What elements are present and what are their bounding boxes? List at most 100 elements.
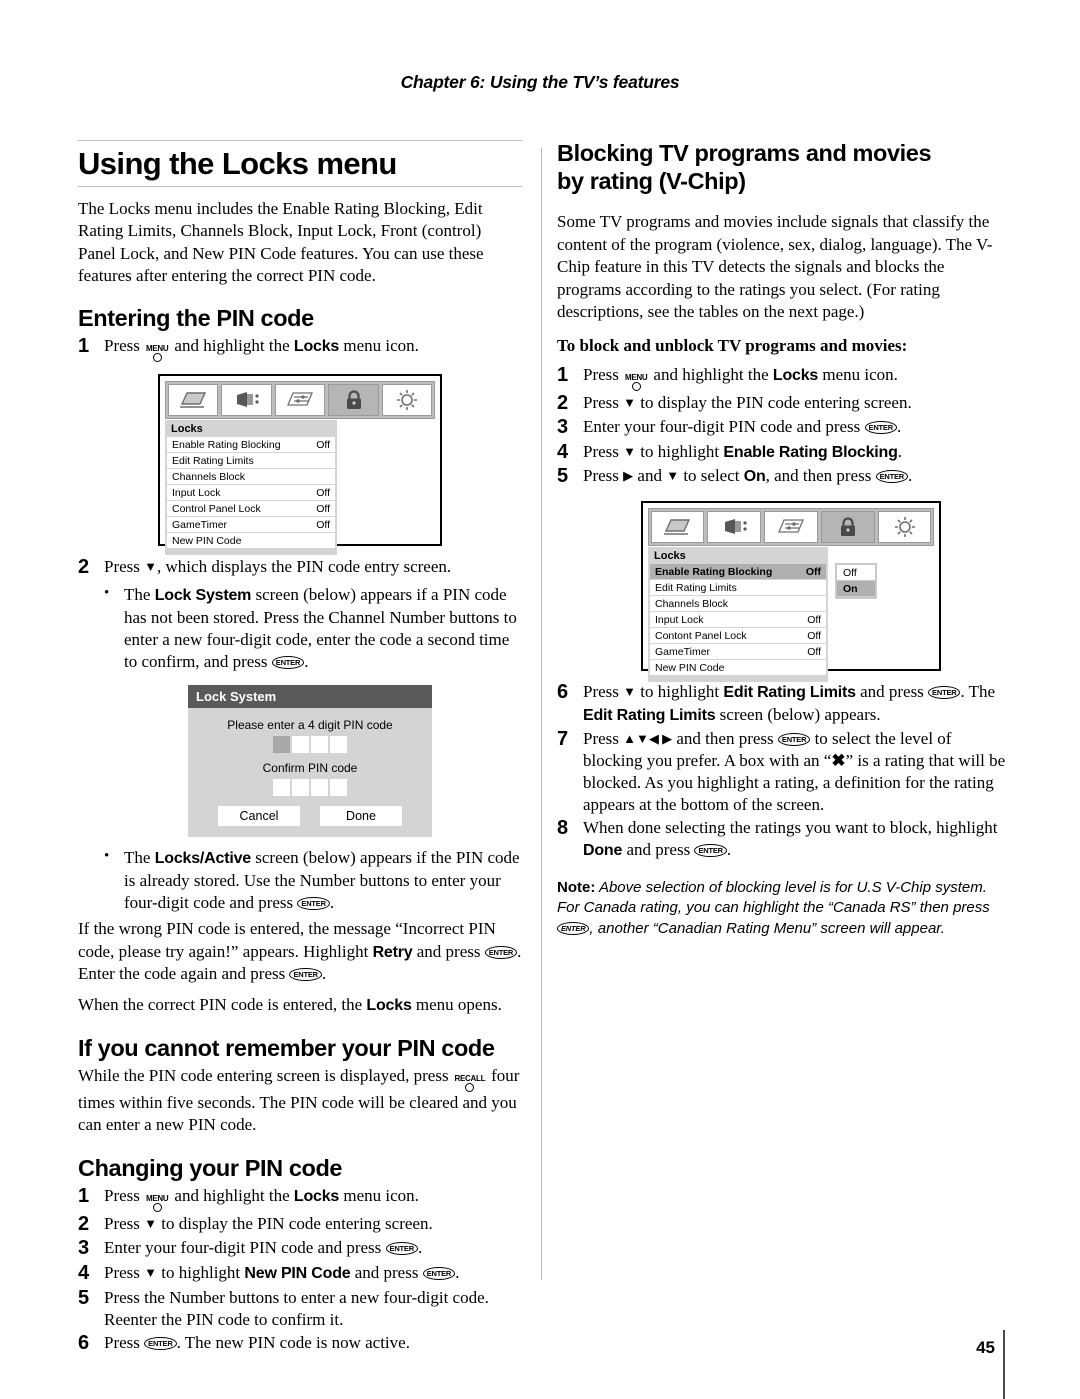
text-part: and press	[416, 941, 481, 961]
step-text-part: Press	[104, 336, 140, 356]
bullet-dot-icon: •	[104, 848, 110, 865]
text-part: Press	[583, 682, 619, 701]
osd-row[interactable]: New PIN Code	[650, 660, 826, 676]
osd-row[interactable]: GameTimer Off	[650, 644, 826, 660]
enter-key-icon: ENTER	[144, 1336, 177, 1350]
osd-row-label: Input Lock	[655, 613, 704, 626]
text-part: and then press	[676, 728, 774, 748]
pin-digit-box[interactable]	[292, 736, 309, 754]
osd-row[interactable]: Control Panel Lock Off	[167, 501, 335, 518]
bold-term: New PIN Code	[244, 1264, 351, 1282]
osd-row[interactable]: Enable Rating Blocking Off	[650, 564, 826, 580]
bold-term: Locks	[772, 366, 819, 384]
text-part: When done selecting the ratings you want…	[583, 817, 998, 837]
step-text: Press ▶ and ▼ to select On, and then pre…	[583, 465, 1007, 489]
done-button[interactable]: Done	[320, 806, 402, 827]
step-number: 3	[557, 416, 569, 439]
osd-row[interactable]: Input Lock Off	[650, 612, 826, 628]
step-bold-term: Locks	[293, 338, 340, 356]
text-part: menu icon.	[343, 1185, 419, 1205]
dropdown-option-on[interactable]: On	[837, 581, 875, 596]
text-part: to highlight	[640, 682, 720, 701]
section-heading-changing-pin: Changing your PIN code	[78, 1154, 343, 1181]
bold-term: Edit Rating Limits	[583, 706, 716, 724]
pin-digit-box[interactable]	[273, 779, 290, 797]
heading-rule-bottom	[78, 185, 522, 187]
osd-panel-title: Locks	[171, 423, 203, 436]
settings-icon	[274, 384, 326, 417]
osd-row[interactable]: Edit Rating Limits	[167, 453, 335, 470]
osd-row-label: Enable Rating Blocking	[655, 565, 773, 578]
enter-key-icon: ENTER	[271, 656, 305, 670]
step-number: 5	[557, 465, 569, 488]
step-item: 2 Press ▼ to display the PIN code enteri…	[78, 1213, 522, 1237]
osd-row[interactable]: Channels Block	[650, 596, 826, 612]
osd-row-value: Off	[805, 565, 821, 578]
enter-key-icon: ENTER	[694, 844, 727, 858]
pin-digit-box[interactable]	[273, 736, 290, 754]
step-item: 1 Press MENU and highlight the Locks men…	[78, 1185, 522, 1212]
osd-row[interactable]: Input Lock Off	[167, 485, 335, 502]
enable-rating-dropdown: Off On	[835, 563, 877, 599]
osd-row[interactable]: Channels Block	[167, 469, 335, 486]
cancel-button[interactable]: Cancel	[218, 806, 300, 827]
note-paragraph: Note: Above selection of blocking level …	[557, 878, 1007, 939]
step-text-part: Press	[104, 557, 140, 577]
step-text: Press ▼ to display the PIN code entering…	[583, 392, 1007, 416]
text-part: and highlight the	[653, 364, 769, 384]
step-number: 2	[78, 1212, 90, 1235]
down-arrow-icon: ▼	[623, 443, 637, 459]
text-part: While the PIN code entering screen is di…	[78, 1065, 449, 1085]
enter-key-icon: ENTER	[864, 421, 897, 435]
osd-row-label: Channels Block	[172, 470, 245, 483]
step-item: 2 Press ▼, which displays the PIN code e…	[78, 556, 522, 580]
heading-rule-top	[78, 140, 522, 141]
text-part: .	[329, 893, 335, 913]
step-text: Press MENU and highlight the Locks menu …	[104, 1185, 522, 1212]
pin-digit-box[interactable]	[311, 736, 328, 754]
step-text: Press MENU and highlight the Locks menu …	[583, 364, 1007, 391]
locks-menu-screenshot: Locks Enable Rating Blocking Off Edit Rat…	[158, 374, 442, 556]
step-text: Press ▼ to display the PIN code entering…	[104, 1213, 522, 1237]
correct-pin-paragraph: When the correct PIN code is entered, th…	[78, 994, 522, 1016]
vchip-intro-paragraph: Some TV programs and movies include sign…	[557, 212, 993, 322]
text-part: screen (below) appears.	[719, 704, 881, 724]
osd-row[interactable]: Edit Rating Limits	[650, 580, 826, 596]
osd-row[interactable]: New PIN Code	[167, 533, 335, 550]
text-part: .	[908, 466, 913, 486]
step-item: 5 Press ▶ and ▼ to select On, and then p…	[557, 465, 1007, 489]
osd-row-value: Off	[807, 645, 821, 658]
osd-row[interactable]: GameTimer Off	[167, 517, 335, 534]
text-part: and press	[626, 840, 691, 860]
entering-pin-bullets-1: • The Lock System screen (below) appears…	[78, 584, 522, 673]
text-part: Press	[583, 728, 619, 748]
bold-term: Done	[583, 842, 623, 860]
text-part: , and then press	[765, 466, 872, 486]
text-part: menu icon.	[822, 364, 898, 384]
osd-row[interactable]: Enable Rating Blocking Off	[167, 437, 335, 454]
intro-paragraph: The Locks menu includes the Enable Ratin…	[78, 198, 484, 286]
pin-digit-box[interactable]	[330, 779, 347, 797]
osd-row[interactable]: Contont Panel Lock Off	[650, 628, 826, 644]
step-number: 7	[557, 727, 569, 750]
step-item: 3 Enter your four-digit PIN code and pre…	[557, 416, 1007, 440]
settings-icon	[764, 511, 818, 543]
text-part: Press	[583, 441, 619, 461]
enter-key-icon: ENTER	[289, 968, 322, 981]
pin-digit-box[interactable]	[311, 779, 328, 797]
step-item: 1 Press MENU and highlight the Locks men…	[78, 335, 522, 363]
step-text: Press ENTER. The new PIN code is now act…	[104, 1332, 522, 1356]
osd-row-value: Off	[316, 486, 330, 499]
list-item-text: The Lock System screen (below) appears i…	[124, 584, 522, 673]
title-line-2: by rating (V-Chip)	[557, 167, 746, 194]
recall-key-icon: RECALL	[453, 1074, 487, 1092]
osd-row-label: Input Lock	[172, 486, 221, 499]
enter-pin-label: Please enter a 4 digit PIN code	[227, 718, 393, 733]
pin-digit-box[interactable]	[292, 779, 309, 797]
step-item: 1 Press MENU and highlight the Locks men…	[557, 364, 1007, 391]
wrong-pin-paragraph: If the wrong PIN code is entered, the me…	[78, 918, 522, 985]
entering-pin-bullets-2: • The Locks/Active screen (below) appear…	[78, 847, 522, 914]
pin-digit-box[interactable]	[330, 736, 347, 754]
dropdown-option-off[interactable]: Off	[837, 565, 875, 580]
x-mark-icon: ✖	[831, 750, 846, 770]
